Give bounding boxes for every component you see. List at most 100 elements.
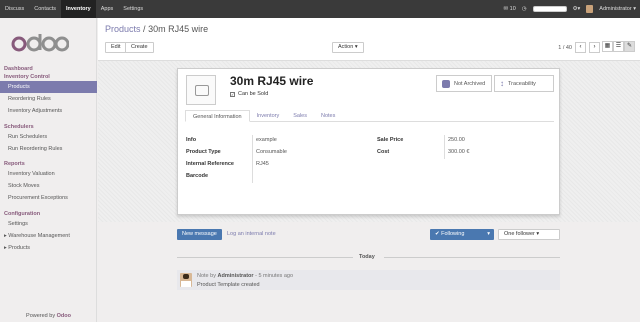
powered-by: Powered by Odoo	[0, 313, 97, 319]
tab-sales[interactable]: Sales	[286, 110, 314, 122]
caret-down-icon: ▾	[354, 44, 358, 50]
action-dropdown[interactable]: Action ▾	[332, 42, 364, 53]
view-switcher: ▦ ☰ ✎	[602, 41, 635, 52]
breadcrumb-current: 30m RJ45 wire	[148, 24, 209, 34]
progress-bar	[532, 6, 567, 12]
message-body: Product Template created	[197, 282, 260, 288]
check-icon: ✔	[435, 231, 440, 237]
edit-button[interactable]: Edit	[105, 42, 127, 53]
product-type-label: Product Type	[186, 149, 221, 155]
message-prefix: Note by	[197, 273, 216, 279]
form-view-icon[interactable]: ✎	[624, 41, 635, 52]
archive-label: Not Archived	[454, 80, 486, 87]
sidebar-item-settings[interactable]: Settings	[0, 218, 97, 230]
sidebar-item-products[interactable]: Products	[0, 81, 97, 93]
systray: ✉ 10 ◷ ⚙▾ Administrator ▾	[504, 0, 636, 18]
pager: 1 / 40 ‹ ›	[558, 42, 600, 53]
powered-prefix: Powered by	[26, 313, 56, 319]
powered-brand[interactable]: Odoo	[57, 313, 71, 319]
tab-notes[interactable]: Notes	[314, 110, 342, 122]
settings-icon[interactable]: ⚙▾	[573, 6, 581, 12]
list-view-icon[interactable]: ☰	[613, 41, 624, 52]
caret-down-icon: ▾	[487, 231, 490, 237]
sidebar-item-products-config[interactable]: ▸ Products	[0, 242, 97, 254]
sidebar-item-inventory-adjustments[interactable]: Inventory Adjustments	[0, 105, 97, 117]
sidebar: Dashboard Inventory Control Products Reo…	[0, 18, 97, 322]
menu-discuss[interactable]: Discuss	[0, 0, 29, 18]
separator-line-left	[177, 257, 353, 258]
info-label: Info	[186, 137, 197, 143]
sidebar-section-configuration: Configuration Settings ▸ Warehouse Manag…	[0, 210, 97, 254]
message-author-avatar[interactable]	[180, 273, 192, 287]
followers-label: One follower	[504, 231, 535, 237]
archive-stat-button[interactable]: Not Archived	[436, 75, 492, 92]
breadcrumb-products[interactable]: Products	[105, 24, 141, 34]
pager-previous-button[interactable]: ‹	[575, 42, 586, 53]
message-author[interactable]: Administrator	[218, 273, 254, 279]
left-column-divider	[252, 135, 253, 183]
chatter-message: Note by Administrator - 5 minutes ago Pr…	[177, 270, 560, 290]
user-avatar[interactable]	[586, 5, 594, 13]
kanban-view-icon[interactable]: ▦	[602, 41, 613, 52]
top-navbar: Discuss Contacts Inventory Apps Settings…	[0, 0, 640, 18]
sidebar-section-inventory: Dashboard Inventory Control Products Reo…	[0, 65, 97, 117]
can-be-sold-label: Can be Sold	[238, 91, 269, 97]
following-button[interactable]: ✔ Following ▾	[430, 229, 494, 240]
pager-value[interactable]: 1 / 40	[558, 45, 572, 51]
product-image[interactable]	[186, 75, 216, 105]
following-label: Following	[441, 231, 465, 237]
user-menu[interactable]: Administrator ▾	[599, 6, 636, 12]
menu-contacts[interactable]: Contacts	[29, 0, 61, 18]
camera-icon	[195, 85, 209, 96]
sidebar-item-run-reordering-rules[interactable]: Run Reordering Rules	[0, 143, 97, 155]
create-button[interactable]: Create	[125, 42, 154, 53]
sidebar-item-label: Warehouse Management	[8, 233, 70, 239]
arrows-vertical-icon: ↕	[500, 79, 504, 88]
product-type-value: Consumable	[256, 149, 287, 155]
sidebar-item-procurement-exceptions[interactable]: Procurement Exceptions	[0, 192, 97, 204]
archive-icon	[442, 79, 450, 88]
info-value: example	[256, 137, 277, 143]
sidebar-header-reports: Reports	[4, 161, 25, 167]
sidebar-item-inventory-valuation[interactable]: Inventory Valuation	[0, 168, 97, 180]
message-header: Note by Administrator - 5 minutes ago	[197, 273, 293, 279]
sidebar-section-reports: Reports Inventory Valuation Stock Moves …	[0, 160, 97, 204]
right-column-divider	[444, 135, 445, 159]
new-message-button[interactable]: New message	[177, 229, 222, 240]
sidebar-item-run-schedulers[interactable]: Run Schedulers	[0, 131, 97, 143]
odoo-logo[interactable]	[11, 30, 70, 59]
traceability-stat-button[interactable]: ↕ Traceability	[494, 75, 554, 92]
sidebar-section-schedulers: Schedulers Run Schedulers Run Reordering…	[0, 123, 97, 155]
action-label: Action	[338, 44, 354, 50]
form-sheet: 30m RJ45 wire ✓ Can be Sold Not Archived…	[177, 68, 560, 215]
odoo-logo-icon	[11, 34, 70, 52]
menu-settings[interactable]: Settings	[118, 0, 148, 18]
chat-icon[interactable]: ✉ 10	[504, 6, 516, 12]
tab-general-information[interactable]: General Information	[185, 110, 250, 122]
followers-dropdown[interactable]: One follower ▾	[498, 229, 560, 240]
log-note-link[interactable]: Log an internal note	[227, 231, 276, 237]
sale-price-label: Sale Price	[377, 137, 404, 143]
barcode-label: Barcode	[186, 173, 209, 179]
internal-reference-label: Internal Reference	[186, 161, 234, 167]
can-be-sold-checkbox[interactable]: ✓	[230, 91, 235, 97]
pager-next-button[interactable]: ›	[589, 42, 600, 53]
caret-right-icon: ▸	[4, 233, 7, 239]
sidebar-header-schedulers: Schedulers	[4, 124, 34, 130]
form-content: 30m RJ45 wire ✓ Can be Sold Not Archived…	[98, 61, 640, 322]
caret-down-icon: ▾	[536, 231, 540, 237]
menu-inventory[interactable]: Inventory	[60, 0, 96, 18]
user-name: Administrator	[599, 6, 632, 12]
tab-inventory[interactable]: Inventory	[250, 110, 287, 122]
date-separator-label: Today	[359, 254, 375, 260]
sidebar-item-label: Products	[8, 245, 31, 251]
sidebar-item-reordering-rules[interactable]: Reordering Rules	[0, 93, 97, 105]
sidebar-header-configuration: Configuration	[4, 211, 41, 217]
control-panel: Products / 30m RJ45 wire Edit Create Act…	[98, 18, 640, 61]
menu-apps[interactable]: Apps	[96, 0, 119, 18]
sidebar-item-warehouse-management[interactable]: ▸ Warehouse Management	[0, 230, 97, 242]
clock-icon[interactable]: ◷	[522, 6, 527, 12]
sidebar-item-stock-moves[interactable]: Stock Moves	[0, 180, 97, 192]
sidebar-header-dashboard[interactable]: Dashboard	[0, 65, 97, 73]
chat-count: 10	[509, 6, 516, 12]
